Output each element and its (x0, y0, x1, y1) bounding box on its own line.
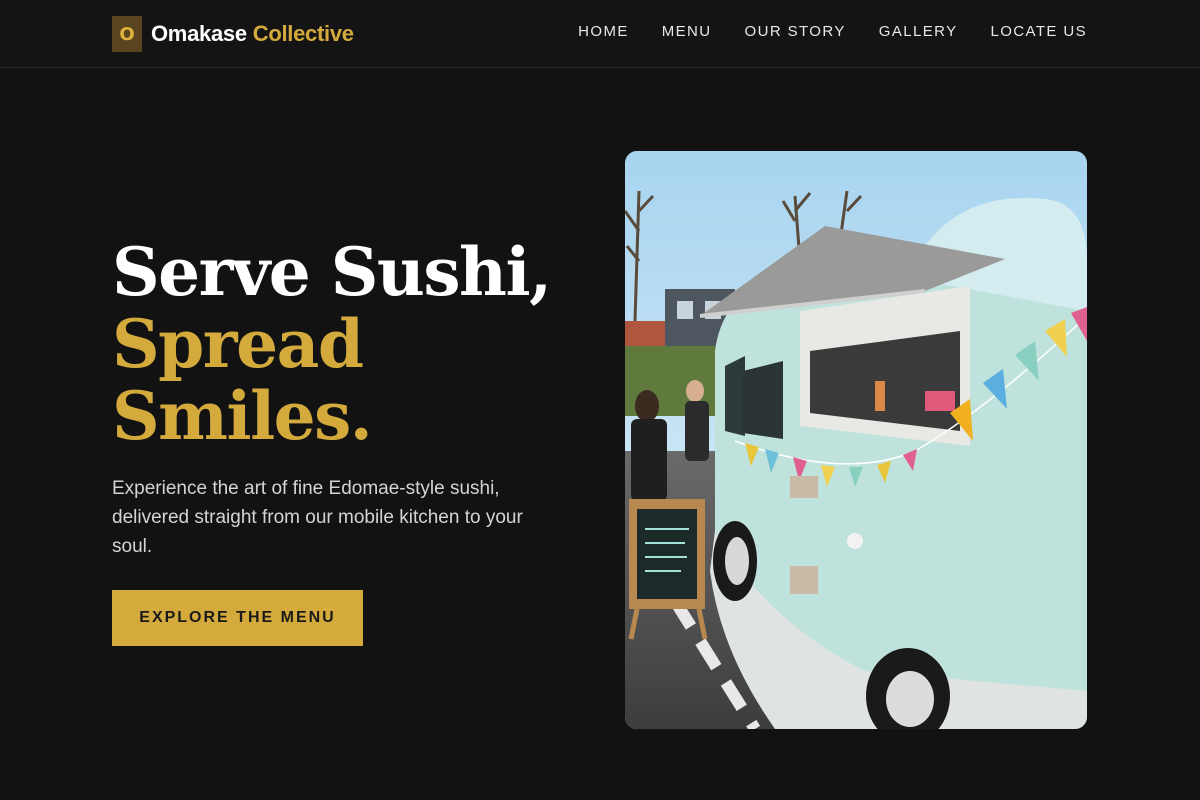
food-truck-photo (625, 151, 1087, 729)
nav-home[interactable]: HOME (578, 22, 629, 42)
main-nav: HOME MENU OUR STORY GALLERY LOCATE US (578, 22, 1087, 42)
hero-title-line3: Smiles. (112, 377, 373, 455)
nav-gallery[interactable]: GALLERY (879, 22, 958, 42)
hero-title: Serve Sushi, Spread Smiles. (112, 233, 552, 455)
logo-mark: O (112, 16, 142, 52)
nav-our-story[interactable]: OUR STORY (745, 22, 846, 42)
brand-name-part2: Collective (252, 21, 354, 46)
brand-logo[interactable]: O Omakase Collective (112, 16, 354, 52)
brand-name: Omakase Collective (151, 21, 354, 47)
nav-menu[interactable]: MENU (662, 22, 712, 42)
nav-locate-us[interactable]: LOCATE US (990, 22, 1087, 42)
hero-title-line2: Spread (112, 305, 364, 383)
hero-subtitle: Experience the art of fine Edomae-style … (112, 478, 523, 557)
site-header: O Omakase Collective HOME MENU OUR STORY … (0, 0, 1200, 68)
brand-name-part1: Omakase (151, 21, 247, 46)
explore-menu-button[interactable]: EXPLORE THE MENU (112, 590, 363, 646)
hero-title-line1: Serve Sushi, (112, 233, 552, 311)
